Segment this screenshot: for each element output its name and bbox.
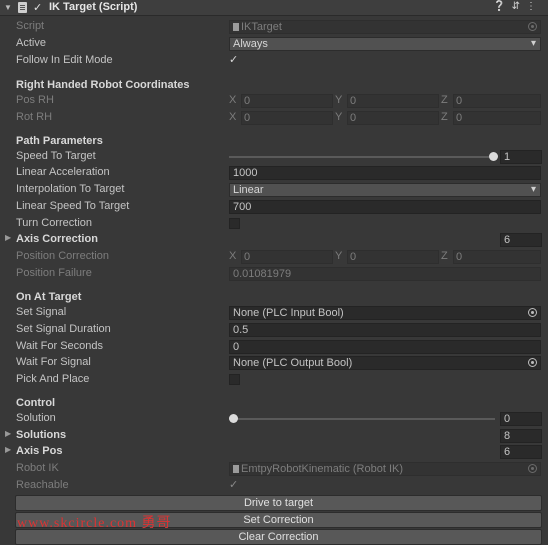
row-pos-corr: Position Correction X0 Y0 Z0 [0, 249, 548, 265]
solutions-foldout-icon[interactable]: ▶ [5, 429, 11, 438]
script-file-icon [233, 23, 239, 31]
row-follow-edit: Follow In Edit Mode ✓ [0, 53, 548, 69]
pos-fail-label: Position Failure [16, 267, 92, 279]
axis-pos-size[interactable]: 6 [500, 445, 542, 459]
header-icons: ❔⇵⋮ [493, 1, 542, 12]
path-section-title: Path Parameters [16, 135, 103, 147]
row-pick: Pick And Place [0, 372, 548, 388]
row-lin-speed: Linear Speed To Target 700 [0, 199, 548, 215]
pos-corr-label: Position Correction [16, 250, 109, 262]
axis-corr-label[interactable]: Axis Correction [16, 233, 98, 245]
solution-value[interactable]: 0 [500, 412, 542, 426]
pos-fail-field: 0.01081979 [229, 267, 541, 281]
row-wait-sec: Wait For Seconds 0 [0, 339, 548, 355]
lin-acc-label: Linear Acceleration [16, 166, 110, 178]
component-title: IK Target (Script) [49, 1, 138, 13]
row-speed: Speed To Target 1 [0, 149, 548, 165]
script-icon [18, 2, 27, 13]
row-axis-corr: ▶ Axis Correction 6 [0, 232, 548, 248]
row-reachable: Reachable ✓ [0, 478, 548, 494]
row-active: Active Always [0, 36, 548, 52]
object-picker-icon [528, 22, 537, 31]
object-picker-icon[interactable] [528, 358, 537, 367]
speed-slider-knob[interactable] [489, 152, 498, 161]
follow-label: Follow In Edit Mode [16, 54, 113, 66]
script-field: IKTarget [229, 20, 541, 34]
axis-pos-foldout-icon[interactable]: ▶ [5, 445, 11, 454]
script-file-icon [233, 465, 239, 473]
reachable-checkmark-icon: ✓ [229, 479, 239, 491]
object-picker-icon[interactable] [528, 308, 537, 317]
watermark: www.skcircle.com 勇哥 [17, 516, 172, 531]
solution-label: Solution [16, 412, 56, 424]
row-set-signal: Set Signal None (PLC Input Bool) [0, 305, 548, 321]
speed-label: Speed To Target [16, 150, 96, 162]
control-section-title: Control [16, 397, 56, 409]
set-dur-field[interactable]: 0.5 [229, 323, 541, 337]
component-header: ▼ ✓ IK Target (Script) ❔⇵⋮ [0, 0, 548, 16]
row-axis-pos: ▶ Axis Pos 6 [0, 444, 548, 460]
row-lin-acc: Linear Acceleration 1000 [0, 165, 548, 181]
row-rot-rh: Rot RH X0 Y0 Z0 [0, 110, 548, 126]
wait-sec-field[interactable]: 0 [229, 340, 541, 354]
active-label: Active [16, 37, 46, 49]
axis-pos-label[interactable]: Axis Pos [16, 445, 62, 457]
turn-corr-checkbox[interactable] [229, 218, 240, 229]
turn-corr-label: Turn Correction [16, 217, 93, 229]
row-solutions: ▶ Solutions 8 [0, 428, 548, 444]
script-label: Script [16, 20, 45, 32]
preset-icon[interactable]: ⇵ [512, 1, 526, 12]
robot-ik-label: Robot IK [16, 462, 59, 474]
lin-speed-label: Linear Speed To Target [16, 200, 130, 212]
row-pos-fail: Position Failure 0.01081979 [0, 266, 548, 282]
drive-to-target-button[interactable]: Drive to target [15, 495, 542, 511]
pick-label: Pick And Place [16, 373, 90, 385]
rh-section-title: Right Handed Robot Coordinates [16, 79, 190, 91]
wait-sec-label: Wait For Seconds [16, 340, 104, 352]
speed-slider-track[interactable] [229, 156, 493, 158]
solutions-label[interactable]: Solutions [16, 429, 66, 441]
solution-slider-track[interactable] [229, 418, 495, 420]
row-set-dur: Set Signal Duration 0.5 [0, 322, 548, 338]
set-dur-label: Set Signal Duration [16, 323, 111, 335]
row-solution: Solution 0 [0, 411, 548, 427]
enabled-checkmark-icon[interactable]: ✓ [33, 1, 42, 14]
lin-speed-field[interactable]: 700 [229, 200, 541, 214]
object-picker-icon [528, 464, 537, 473]
robot-ik-field: EmtpyRobotKinematic (Robot IK) [229, 462, 541, 476]
row-robot-ik: Robot IK EmtpyRobotKinematic (Robot IK) [0, 461, 548, 477]
pick-checkbox[interactable] [229, 374, 240, 385]
wait-sig-field[interactable]: None (PLC Output Bool) [229, 356, 541, 370]
pos-rh-label: Pos RH [16, 94, 54, 106]
solutions-size[interactable]: 8 [500, 429, 542, 443]
solution-slider-knob[interactable] [229, 414, 238, 423]
speed-value[interactable]: 1 [500, 150, 542, 164]
lin-acc-field[interactable]: 1000 [229, 166, 541, 180]
reachable-label: Reachable [16, 479, 69, 491]
row-wait-sig: Wait For Signal None (PLC Output Bool) [0, 355, 548, 371]
axis-corr-foldout-icon[interactable]: ▶ [5, 233, 11, 242]
follow-checkbox[interactable]: ✓ [229, 53, 238, 66]
foldout-arrow-icon[interactable]: ▼ [4, 3, 12, 12]
target-section-title: On At Target [16, 291, 82, 303]
menu-icon[interactable]: ⋮ [526, 1, 542, 12]
help-icon[interactable]: ❔ [493, 1, 511, 12]
interp-dropdown[interactable]: Linear [229, 183, 541, 197]
row-pos-rh: Pos RH X0 Y0 Z0 [0, 93, 548, 109]
rot-rh-label: Rot RH [16, 111, 53, 123]
row-interp: Interpolation To Target Linear [0, 182, 548, 198]
row-turn-corr: Turn Correction [0, 216, 548, 232]
active-dropdown[interactable]: Always [229, 37, 541, 51]
row-script: Script IKTarget [0, 19, 548, 35]
set-signal-field[interactable]: None (PLC Input Bool) [229, 306, 541, 320]
wait-sig-label: Wait For Signal [16, 356, 91, 368]
axis-corr-size[interactable]: 6 [500, 233, 542, 247]
interp-label: Interpolation To Target [16, 183, 125, 195]
set-signal-label: Set Signal [16, 306, 67, 318]
